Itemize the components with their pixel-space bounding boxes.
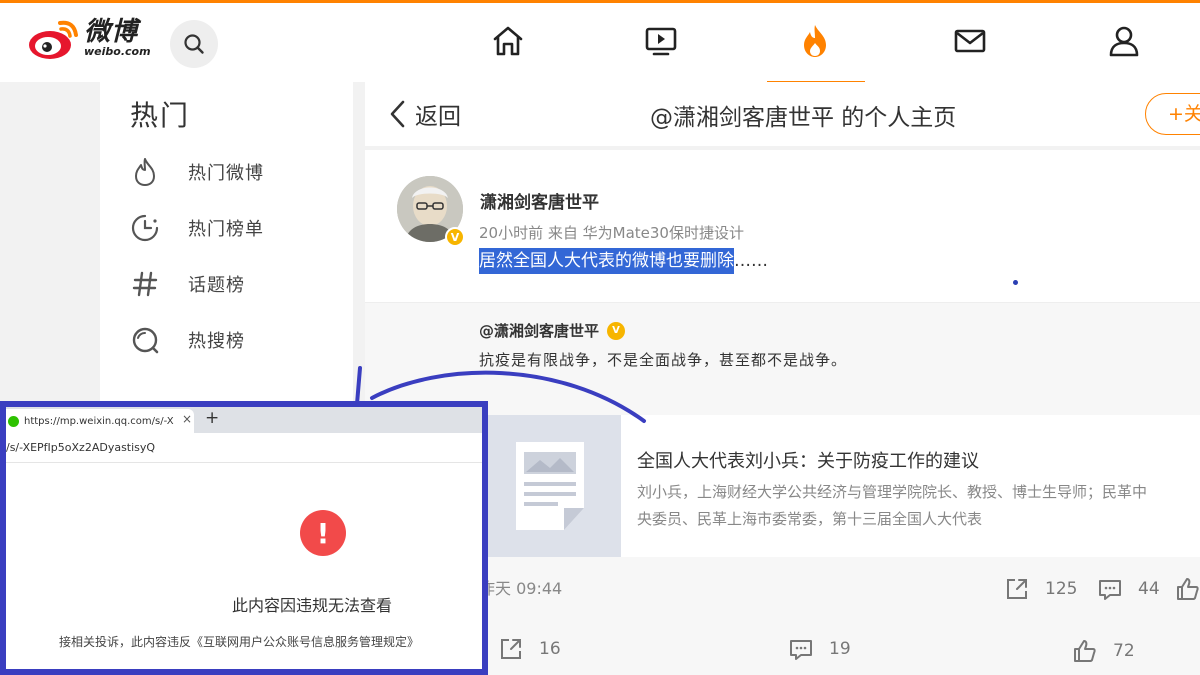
document-image-icon <box>516 442 584 530</box>
address-bar[interactable]: /s/-XEPfIp5oXz2ADyastisyQ <box>6 433 482 463</box>
home-icon <box>493 26 523 56</box>
search-ring-icon <box>132 327 159 354</box>
stray-dot <box>1013 280 1018 285</box>
flame-outline-icon <box>135 158 155 186</box>
repost-like-button[interactable] <box>1174 575 1200 603</box>
verified-badge-icon: V <box>607 321 626 340</box>
back-button[interactable]: 返回 <box>387 96 461 132</box>
repost-timestamp: 昨天 09:44 <box>479 579 563 598</box>
article-title[interactable]: 全国人大代表刘小兵：关于防疫工作的建议 <box>637 447 979 473</box>
weibo-logo[interactable]: 微博 weibo.com <box>28 17 151 61</box>
thumbs-up-icon <box>1177 578 1199 600</box>
article-card[interactable]: 全国人大代表刘小兵：关于防疫工作的建议 刘小兵，上海财经大学公共经济与管理学院院… <box>479 415 1200 557</box>
thumbs-up-icon <box>1074 640 1096 662</box>
browser-tab-title: https://mp.weixin.qq.com/s/-X <box>24 415 174 427</box>
sidebar-item-hot-search[interactable]: 热搜榜 <box>128 322 245 358</box>
blocked-article-screenshot: https://mp.weixin.qq.com/s/-X × + /s/-XE… <box>0 401 488 675</box>
blocked-message: 此内容因违规无法查看 <box>232 596 393 615</box>
post-like-button[interactable]: 72 <box>1071 637 1135 665</box>
nav-profile[interactable] <box>1106 23 1142 59</box>
close-icon[interactable]: × <box>182 412 192 426</box>
share-icon <box>501 639 521 659</box>
article-description: 刘小兵，上海财经大学公共经济与管理学院院长、教授、博士生导师；民革中 <box>637 483 1148 501</box>
browser-tab[interactable]: https://mp.weixin.qq.com/s/-X × <box>6 409 194 433</box>
search-icon <box>184 34 204 54</box>
post-comment-count: 19 <box>829 639 851 659</box>
repost-comment-button[interactable]: 44 <box>1096 575 1160 603</box>
nav-messages[interactable] <box>952 23 988 59</box>
chevron-left-icon <box>390 100 405 128</box>
repost-block: @潇湘剑客唐世平 V 抗疫是有限战争，不是全面战争，甚至都不是战争。 全国人大代… <box>365 302 1200 675</box>
share-icon <box>1007 579 1027 599</box>
post-comment-button[interactable]: 19 <box>787 635 851 663</box>
sidebar-item-topics[interactable]: 话题榜 <box>128 266 245 302</box>
search-button[interactable] <box>170 20 218 68</box>
article-thumbnail <box>479 415 621 557</box>
profile-header-bar: 返回 @潇湘剑客唐世平 的个人主页 +关 <box>365 82 1200 146</box>
post-text-ellipsis: …… <box>734 251 768 271</box>
mail-icon <box>954 29 986 53</box>
nav-home[interactable] <box>490 23 526 59</box>
sidebar-item-label: 话题榜 <box>188 275 245 296</box>
post-text-selected: 居然全国人大代表的微博也要删除 <box>479 248 734 274</box>
follow-button[interactable]: +关 <box>1145 93 1200 135</box>
new-tab-button[interactable]: + <box>205 408 219 428</box>
verified-badge-icon: V <box>445 227 465 247</box>
logo-text-cn: 微博 <box>84 17 139 47</box>
error-icon: ! <box>300 510 346 556</box>
browser-tab-bar: https://mp.weixin.qq.com/s/-X × + <box>6 407 482 433</box>
blocked-reason: 接相关投诉，此内容违反《互联网用户公众账号信息服务管理规定》 <box>59 635 420 649</box>
sidebar-item-label: 热门微博 <box>188 163 264 184</box>
post-card: V 潇湘剑客唐世平 20小时前 来自 华为Mate30保时捷设计 居然全国人大代… <box>365 150 1200 675</box>
repost-user[interactable]: @潇湘剑客唐世平 V <box>479 320 626 341</box>
back-label: 返回 <box>415 104 461 130</box>
post-username[interactable]: 潇湘剑客唐世平 <box>480 188 599 213</box>
weibo-eye-icon <box>29 20 78 59</box>
top-navbar: 微博 weibo.com <box>0 0 1200 84</box>
logo-text-en: weibo.com <box>84 45 151 58</box>
repost-username: @潇湘剑客唐世平 <box>479 322 600 340</box>
page-title: @潇湘剑客唐世平 的个人主页 <box>650 105 957 131</box>
clock-chart-icon <box>131 214 159 242</box>
repost-share-count: 125 <box>1045 579 1078 599</box>
post-meta: 20小时前 来自 华为Mate30保时捷设计 <box>479 224 744 242</box>
profile-icon <box>1109 26 1139 57</box>
post-share-button[interactable]: 16 <box>497 635 561 663</box>
hot-flame-icon <box>804 25 826 57</box>
sidebar-item-hot-ranking[interactable]: 热门榜单 <box>128 210 264 246</box>
post-text: 居然全国人大代表的微博也要删除…… <box>479 246 768 274</box>
post-like-count: 72 <box>1113 641 1135 661</box>
post-share-count: 16 <box>539 639 561 659</box>
sidebar-title: 热门 <box>130 99 191 132</box>
comment-icon <box>1099 580 1121 600</box>
nav-video[interactable] <box>643 23 679 59</box>
repost-comment-count: 44 <box>1138 579 1160 599</box>
repost-text: 抗疫是有限战争，不是全面战争，甚至都不是战争。 <box>479 351 848 369</box>
sidebar-item-label: 热搜榜 <box>188 331 245 352</box>
wechat-favicon-icon <box>8 415 19 427</box>
sidebar-item-label: 热门榜单 <box>188 219 264 240</box>
article-description: 央委员、民革上海市委常委，第十三届全国人大代表 <box>637 510 983 528</box>
hashtag-icon <box>132 271 158 297</box>
repost-share-button[interactable]: 125 <box>1003 575 1077 603</box>
video-icon <box>645 27 677 56</box>
comment-icon <box>790 640 812 660</box>
sidebar-item-hot-weibo[interactable]: 热门微博 <box>128 154 264 190</box>
nav-hot[interactable] <box>797 23 833 59</box>
